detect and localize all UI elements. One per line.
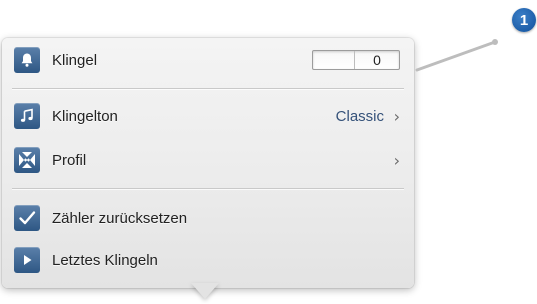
- profile-label: Profil: [52, 151, 87, 169]
- ringer-row[interactable]: Klingel 0: [2, 40, 414, 80]
- ringer-label: Klingel: [52, 51, 98, 69]
- chevron-right-icon: ›: [393, 106, 400, 126]
- last-ring-label: Letztes Klingeln: [52, 251, 158, 269]
- ringtone-row[interactable]: Klingelton Classic ›: [2, 96, 414, 136]
- ring-counter-field: 0: [312, 50, 400, 70]
- separator: [12, 188, 404, 189]
- last-ring-row[interactable]: Letztes Klingeln: [2, 240, 414, 280]
- callout-line: [415, 39, 498, 72]
- ringer-popover: Klingel 0 Klingelton Classic › Profil › …: [2, 38, 414, 288]
- popover-arrow: [191, 283, 219, 299]
- play-icon: [14, 247, 40, 273]
- separator: [12, 88, 404, 89]
- checkmark-icon: [14, 205, 40, 231]
- music-note-icon: [14, 103, 40, 129]
- ringtone-value: Classic: [335, 107, 384, 125]
- profile-icon: [14, 147, 40, 173]
- bell-icon: [14, 47, 40, 73]
- profile-row[interactable]: Profil ›: [2, 140, 414, 180]
- ringtone-label: Klingelton: [52, 107, 118, 125]
- reset-counter-label: Zähler zurücksetzen: [52, 209, 188, 227]
- reset-counter-row[interactable]: Zähler zurücksetzen: [2, 198, 414, 238]
- chevron-right-icon: ›: [393, 150, 400, 170]
- ring-counter-value: 0: [373, 52, 381, 68]
- callout-badge: 1: [512, 8, 536, 32]
